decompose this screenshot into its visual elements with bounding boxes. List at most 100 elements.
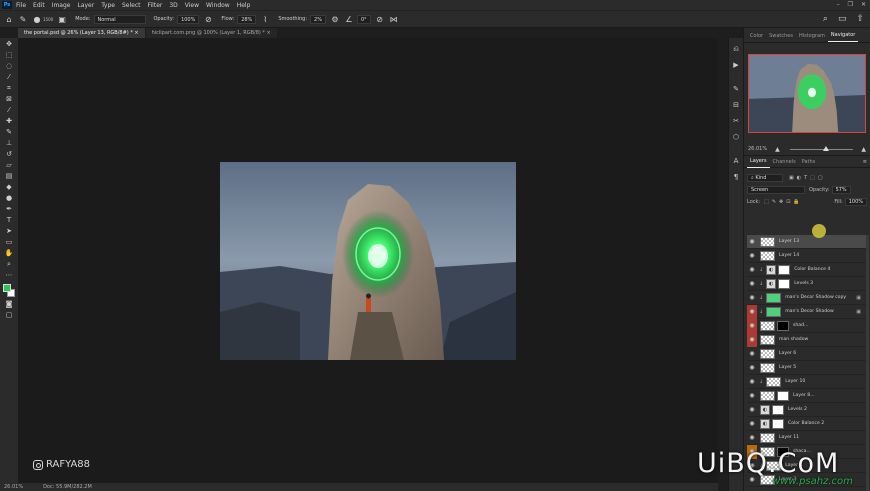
pressure-size-icon[interactable]: ⊘ xyxy=(375,14,385,24)
share-icon[interactable]: ⇧ xyxy=(856,14,864,24)
adjust-icon[interactable]: ⊟ xyxy=(731,100,741,110)
layer-row[interactable]: ◉ Layer 14 xyxy=(747,249,867,263)
visibility-eye-icon[interactable]: ◉ xyxy=(747,277,757,291)
layer-row[interactable]: ◉ ↓ ◐ Color Balance 4 xyxy=(747,263,867,277)
visibility-eye-icon[interactable]: ◉ xyxy=(747,375,757,389)
layer-style-icon[interactable]: ▣ xyxy=(856,309,861,315)
brush-settings-panel-icon[interactable]: ✎ xyxy=(731,84,741,94)
gradient-tool-icon[interactable]: ▤ xyxy=(3,171,15,181)
layer-row[interactable]: ◉ ↓ man's Decor Shadow copy ▣ xyxy=(747,291,867,305)
visibility-eye-icon[interactable]: ◉ xyxy=(747,403,757,417)
paragraph-icon[interactable]: ¶ xyxy=(731,172,741,182)
lock-icons[interactable]: ⬚✎✥⊡🔒 xyxy=(764,199,803,205)
workspace-icon[interactable]: ▭ xyxy=(838,14,847,24)
layer-name[interactable]: Layer 11 xyxy=(779,435,799,440)
layer-thumbnail[interactable] xyxy=(760,348,775,359)
menu-type[interactable]: Type xyxy=(101,2,115,9)
menu-file[interactable]: File xyxy=(16,2,26,9)
visibility-eye-icon[interactable]: ◉ xyxy=(747,431,757,445)
layer-thumbnail[interactable] xyxy=(760,334,775,345)
flow-field[interactable]: 28% xyxy=(237,14,257,24)
zoom-tool-icon[interactable]: ⌕ xyxy=(3,259,15,269)
opacity-field[interactable]: 100% xyxy=(177,14,200,24)
fill-field[interactable]: 100% xyxy=(844,197,867,206)
layer-mask-thumbnail[interactable] xyxy=(778,264,791,275)
close-button[interactable]: ✕ xyxy=(861,1,866,8)
navigator-zoom-value[interactable]: 26.01% xyxy=(748,146,767,152)
brush-tool-icon[interactable]: ✎ xyxy=(3,127,15,137)
eraser-tool-icon[interactable]: ▱ xyxy=(3,160,15,170)
visibility-eye-icon[interactable]: ◉ xyxy=(747,235,757,249)
mode-select[interactable]: Normal xyxy=(93,14,146,24)
zoom-slider-knob[interactable] xyxy=(822,145,829,151)
layer-name[interactable]: Levels 3 xyxy=(794,281,813,286)
layer-row[interactable]: ◉ Layer 6 xyxy=(747,347,867,361)
layer-name[interactable]: man's Decor Shadow copy xyxy=(785,295,846,300)
status-zoom[interactable]: 26.01% xyxy=(4,484,23,490)
layer-name[interactable]: Layer 10 xyxy=(785,379,805,384)
visibility-eye-icon[interactable]: ◉ xyxy=(747,389,757,403)
layer-mask-thumbnail[interactable] xyxy=(772,418,784,429)
tab-swatches[interactable]: Swatches xyxy=(766,30,796,42)
adjustment-layer-icon[interactable]: ◐ xyxy=(760,418,770,429)
3d-icon[interactable]: ⬡ xyxy=(731,132,741,142)
layer-name[interactable]: Levels 2 xyxy=(788,407,807,412)
status-doc-info[interactable]: Doc: 55.9M/282.2M xyxy=(43,484,92,490)
layer-thumbnail[interactable] xyxy=(760,362,775,373)
hand-tool-icon[interactable]: ✋ xyxy=(3,248,15,258)
layer-mask-thumbnail[interactable] xyxy=(777,320,789,331)
visibility-eye-icon[interactable]: ◉ xyxy=(747,347,757,361)
menu-filter[interactable]: Filter xyxy=(148,2,163,9)
layer-row[interactable]: ◉ man shadow xyxy=(747,332,867,347)
layer-name[interactable]: Layer 6 xyxy=(779,351,796,356)
doc-tab-hiclipart[interactable]: hiclipart.com.png @ 100% (Layer 1, RGB/8… xyxy=(145,28,277,38)
visibility-eye-icon[interactable]: ◉ xyxy=(747,249,757,263)
history-icon[interactable]: ⎌ xyxy=(731,44,741,54)
navigator-preview[interactable] xyxy=(748,54,866,133)
canvas-area[interactable]: RAFYA88 xyxy=(18,38,718,483)
layer-name[interactable]: man shadow xyxy=(779,337,808,342)
tab-paths[interactable]: Paths xyxy=(799,156,819,168)
layer-name[interactable]: Color Balance 4 xyxy=(794,267,830,272)
menu-view[interactable]: View xyxy=(185,2,199,9)
path-select-tool-icon[interactable]: ➤ xyxy=(3,226,15,236)
layer-name[interactable]: Layer 8... xyxy=(793,393,815,398)
menu-select[interactable]: Select xyxy=(122,2,141,9)
brush-tool-icon[interactable]: ✎ xyxy=(18,14,28,24)
layer-row[interactable]: ◉ ◐ Color Balance 2 xyxy=(747,417,867,431)
minimize-button[interactable]: – xyxy=(837,1,840,8)
layer-mask-thumbnail[interactable] xyxy=(772,404,784,415)
color-swatches[interactable] xyxy=(3,284,15,298)
eyedropper-tool-icon[interactable]: ⁄ xyxy=(3,105,15,115)
doc-tab-portal[interactable]: the portal.psd @ 26% (Layer 13, RGB/8#) … xyxy=(18,28,145,38)
visibility-eye-icon[interactable]: ◉ xyxy=(747,263,757,277)
layer-filter-select[interactable]: ⌕ Kind xyxy=(747,173,783,182)
smoothing-field[interactable]: 2% xyxy=(310,14,326,24)
blend-mode-select[interactable]: Screen xyxy=(747,185,805,194)
layer-row[interactable]: ◉ ↓ Layer 10 xyxy=(747,375,867,389)
character-icon[interactable]: A xyxy=(731,156,741,166)
panel-menu-icon[interactable]: ≡ xyxy=(863,159,867,165)
layer-style-icon[interactable]: ▣ xyxy=(856,295,861,301)
document-image[interactable] xyxy=(220,162,516,360)
layer-name[interactable]: Layer 13 xyxy=(779,239,799,244)
crop-tool-icon[interactable]: ⌗ xyxy=(3,83,15,93)
layer-thumbnail[interactable] xyxy=(760,320,775,331)
layer-row[interactable]: ◉ ↓ man's Decor Shadow ▣ xyxy=(747,304,867,319)
play-icon[interactable]: ▶ xyxy=(731,60,741,70)
dodge-tool-icon[interactable]: ● xyxy=(3,193,15,203)
healing-brush-tool-icon[interactable]: ✚ xyxy=(3,116,15,126)
angle-field[interactable]: 0° xyxy=(356,14,371,24)
clone-stamp-tool-icon[interactable]: ⊥ xyxy=(3,138,15,148)
tab-color[interactable]: Color xyxy=(747,30,766,42)
smoothing-options-icon[interactable]: ⚙ xyxy=(330,14,340,24)
layer-row[interactable]: ◉ ◐ Levels 2 xyxy=(747,403,867,417)
symmetry-icon[interactable]: ⋈ xyxy=(389,14,399,24)
layer-row[interactable]: ◉ Layer 13 xyxy=(747,235,867,249)
menu-image[interactable]: Image xyxy=(52,2,71,9)
move-tool-icon[interactable]: ✥ xyxy=(3,39,15,49)
tab-navigator[interactable]: Navigator xyxy=(827,29,859,42)
layer-name[interactable]: Layer 14 xyxy=(779,253,799,258)
menu-edit[interactable]: Edit xyxy=(33,2,45,9)
menu-3d[interactable]: 3D xyxy=(169,2,177,9)
